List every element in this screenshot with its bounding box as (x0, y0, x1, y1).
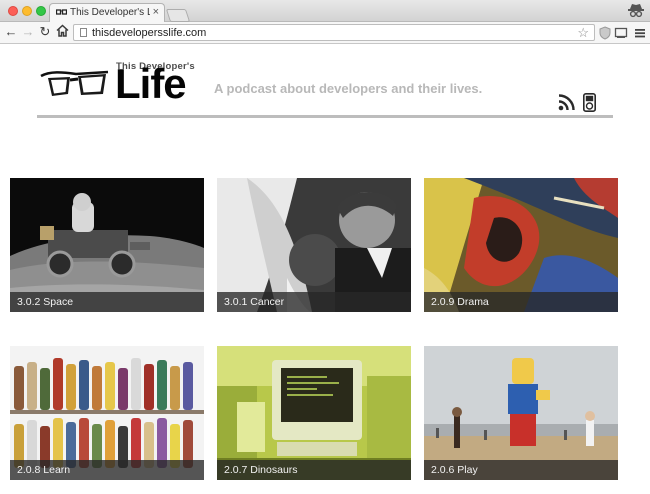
new-tab-button[interactable] (165, 9, 191, 22)
close-window-button[interactable] (8, 6, 18, 16)
episode-tile-cancer[interactable]: 3.0.1 Cancer (217, 178, 411, 312)
menu-icon[interactable] (633, 26, 647, 40)
page-icon (80, 28, 87, 37)
episode-tile-learn[interactable]: 2.0.8 Learn (10, 346, 204, 480)
zoom-window-button[interactable] (36, 6, 46, 16)
episode-caption: 2.0.7 Dinosaurs (217, 460, 411, 480)
browser-tab[interactable]: This Developer's Life - Stor × (49, 3, 165, 22)
episode-tile-dinosaurs[interactable]: 2.0.7 Dinosaurs (217, 346, 411, 480)
incognito-profile-icon[interactable] (627, 3, 645, 19)
tab-close-icon[interactable]: × (153, 6, 159, 18)
forward-icon[interactable]: → (21, 25, 35, 39)
episode-label: 2.0.9 Drama (431, 296, 489, 308)
home-icon[interactable] (55, 24, 69, 38)
episode-caption: 3.0.1 Cancer (217, 292, 411, 312)
shield-icon[interactable] (598, 26, 612, 40)
episode-caption: 2.0.6 Play (424, 460, 618, 480)
episode-label: 2.0.8 Learn (17, 464, 71, 476)
episode-tile-drama[interactable]: 2.0.9 Drama (424, 178, 618, 312)
ipod-icon[interactable] (583, 93, 596, 112)
address-bar[interactable]: thisdevelopersslife.com ☆ (73, 24, 595, 41)
logo-title[interactable]: Life (115, 62, 187, 106)
episode-caption: 2.0.8 Learn (10, 460, 204, 480)
cast-icon[interactable] (614, 26, 628, 40)
minimize-window-button[interactable] (22, 6, 32, 16)
browser-toolbar: ← → ↻ thisdevelopersslife.com ☆ (0, 22, 650, 44)
episode-tile-play[interactable]: 2.0.6 Play (424, 346, 618, 480)
episode-caption: 2.0.9 Drama (424, 292, 618, 312)
rss-icon[interactable] (558, 93, 576, 111)
reload-icon[interactable]: ↻ (38, 25, 52, 39)
browser-titlebar: This Developer's Life - Stor × (0, 0, 650, 22)
episode-label: 2.0.7 Dinosaurs (224, 464, 298, 476)
glasses-favicon-icon (56, 9, 67, 15)
episode-label: 3.0.1 Cancer (224, 296, 285, 308)
episode-label: 2.0.6 Play (431, 464, 478, 476)
glasses-logo[interactable] (40, 68, 110, 100)
header-divider (37, 115, 613, 118)
back-icon[interactable]: ← (4, 25, 18, 39)
episode-label: 3.0.2 Space (17, 296, 74, 308)
tab-title: This Developer's Life - Stor (70, 7, 150, 18)
url-text[interactable]: thisdevelopersslife.com (92, 26, 206, 40)
episode-tile-space[interactable]: 3.0.2 Space (10, 178, 204, 312)
site-tagline: A podcast about developers and their liv… (214, 81, 483, 96)
episode-caption: 3.0.2 Space (10, 292, 204, 312)
star-icon[interactable]: ☆ (577, 25, 589, 40)
